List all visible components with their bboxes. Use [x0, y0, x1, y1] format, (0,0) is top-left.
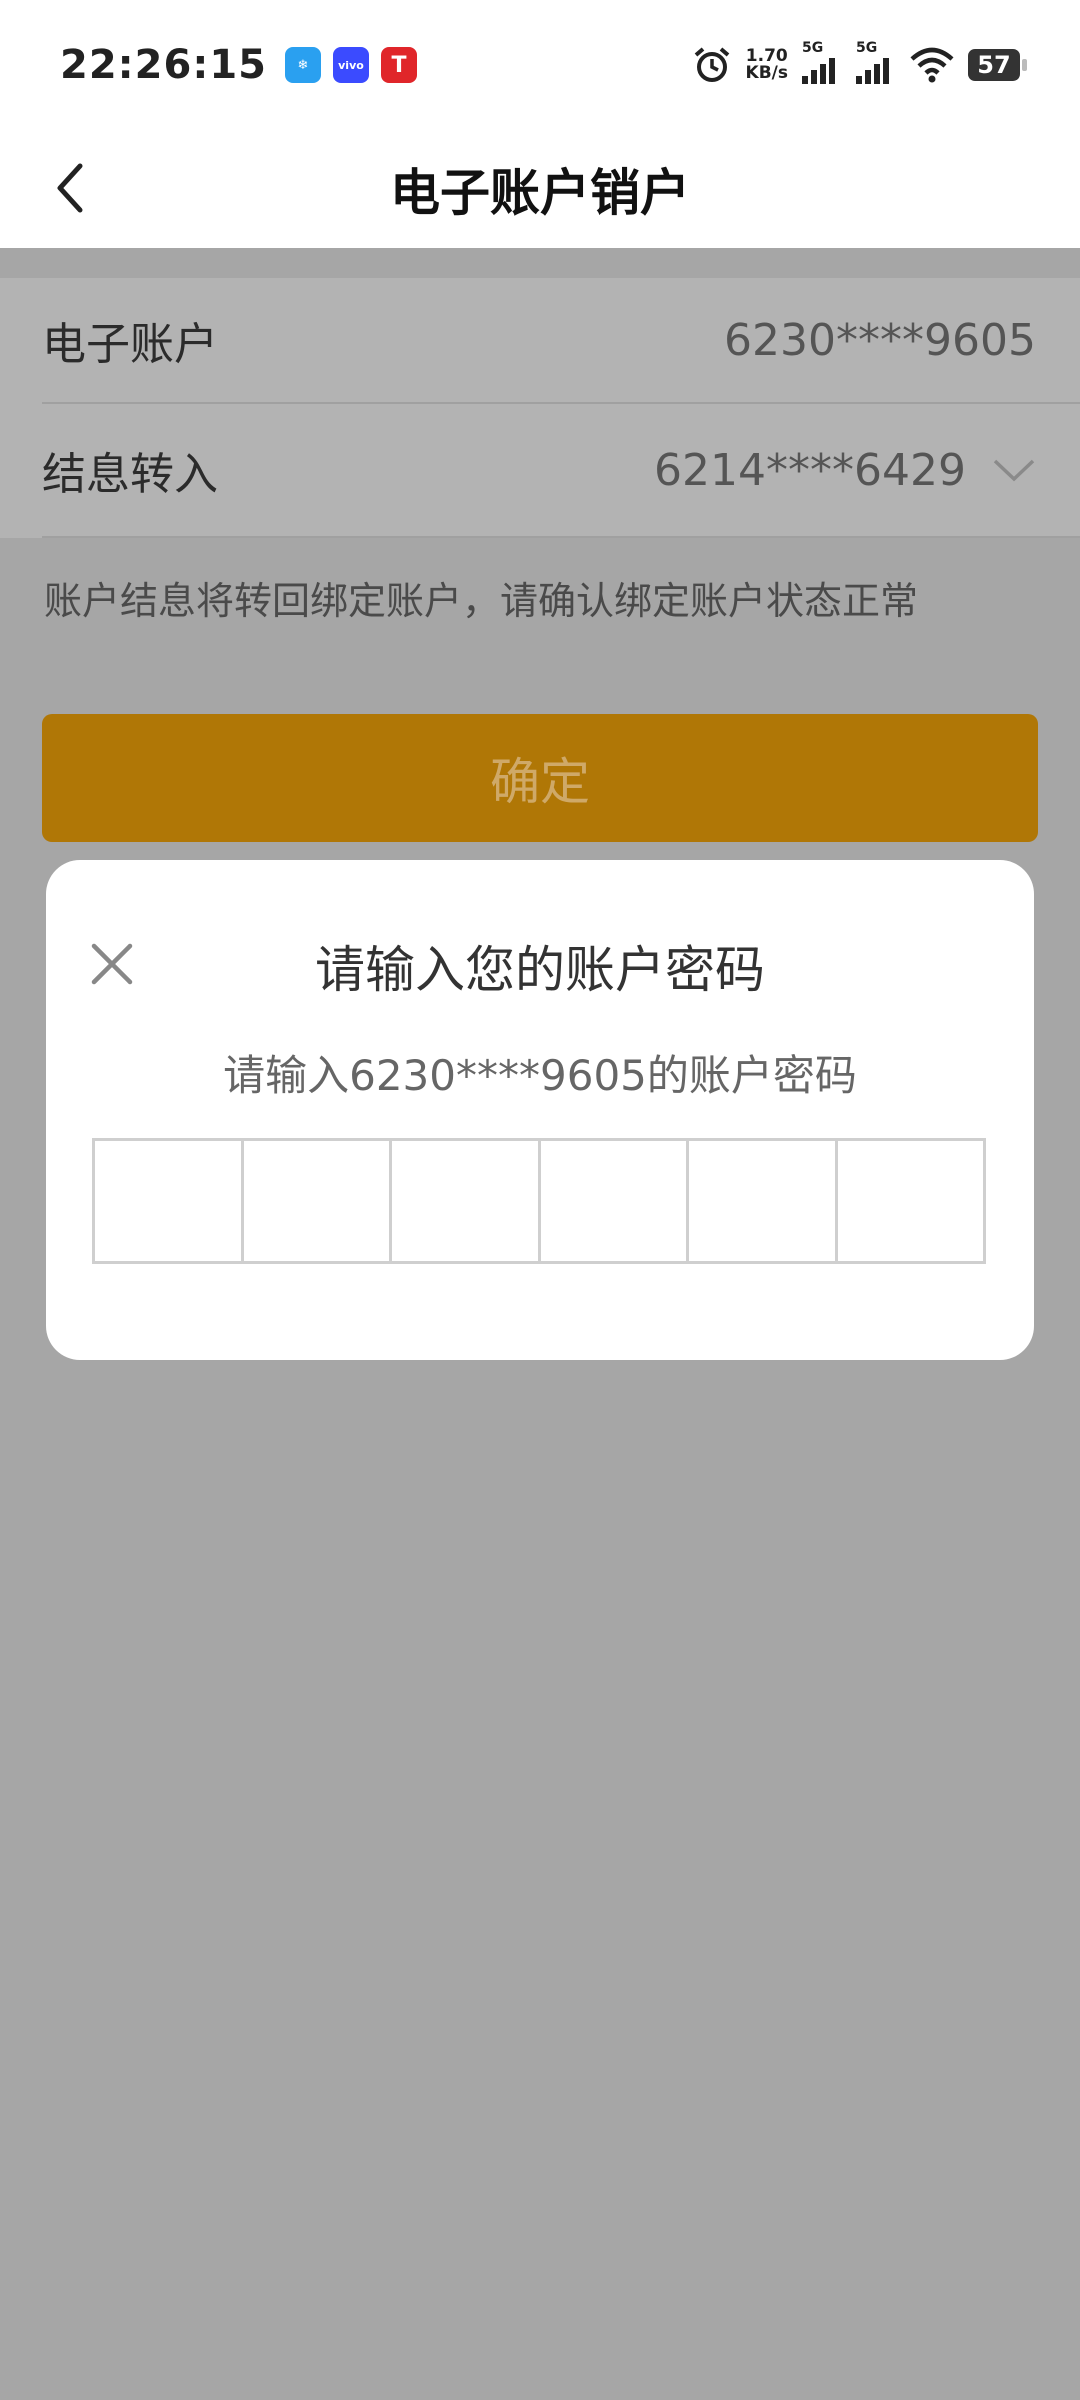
dialog-title: 请输入您的账户密码 [315, 941, 765, 999]
page-title: 电子账户销户 [390, 164, 690, 222]
pin-cell[interactable] [392, 1141, 541, 1261]
chevron-down-icon[interactable] [992, 455, 1036, 485]
interest-transfer-row[interactable]: 结息转入 6214****6429 [42, 404, 1080, 538]
network-speed-unit: KB/s [745, 63, 788, 83]
pin-cell[interactable] [838, 1141, 984, 1261]
dialog-subtitle: 请输入6230****9605的账户密码 [223, 1051, 857, 1100]
interest-transfer-value: 6214****6429 [654, 444, 966, 496]
sim2-network-label: 5G [856, 40, 878, 56]
password-dialog: 请输入您的账户密码 请输入6230****9605的账户密码 [46, 860, 1034, 1360]
hint-text: 账户结息将转回绑定账户，请确认绑定账户状态正常 [44, 579, 919, 623]
status-time: 22:26:15 [60, 42, 267, 88]
account-label: 电子账户 [42, 319, 218, 370]
account-row: 电子账户 6230****9605 [42, 278, 1080, 404]
red-t-app-icon: T [380, 47, 417, 83]
vivo-icon: vivo [332, 47, 369, 83]
account-info-section: 电子账户 6230****9605 结息转入 6214****6429 [0, 278, 1080, 538]
confirm-button[interactable]: 确定 [42, 714, 1038, 842]
account-value: 6230****9605 [724, 314, 1036, 366]
pin-cell[interactable] [689, 1141, 838, 1261]
app-notification-icon: ❄ [284, 47, 321, 83]
interest-transfer-value-wrap[interactable]: 6214****6429 [654, 445, 1036, 496]
status-bar: 22:26:15 ❄ vivo T 1.70 KB/s 5G 5G 57 [0, 0, 1080, 130]
sim1-network-label: 5G [802, 40, 824, 56]
password-input[interactable] [92, 1138, 986, 1264]
status-right: 1.70 KB/s 5G 5G 57 [692, 40, 1027, 85]
pin-cell[interactable] [244, 1141, 392, 1261]
network-speed: 1.70 KB/s [746, 48, 788, 82]
battery-icon: 57 [968, 49, 1027, 81]
signal-icon-sim2: 5G [856, 40, 896, 84]
back-arrow-icon[interactable] [44, 158, 104, 218]
app-header: 电子账户销户 [0, 130, 1080, 248]
wifi-icon [910, 47, 954, 83]
signal-icon-sim1: 5G [802, 40, 842, 84]
status-left: 22:26:15 ❄ vivo T [60, 42, 417, 88]
pin-cell[interactable] [541, 1141, 689, 1261]
interest-transfer-label: 结息转入 [42, 449, 218, 500]
battery-level: 57 [977, 51, 1011, 79]
alarm-icon [694, 47, 729, 82]
pin-cell[interactable] [95, 1141, 244, 1261]
